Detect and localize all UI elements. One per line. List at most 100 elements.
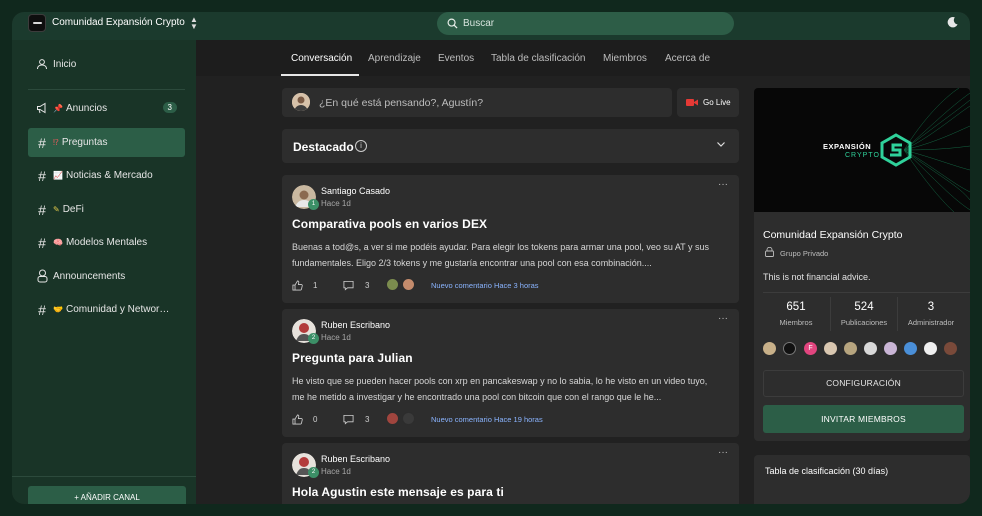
comment-icon[interactable] <box>343 280 354 291</box>
search-input[interactable] <box>463 12 723 35</box>
sidebar-item-label: Inicio <box>53 59 77 70</box>
top-bar: Comunidad Expansión Crypto ▲ ▼ <box>12 12 970 40</box>
member-avatar[interactable] <box>783 342 796 355</box>
community-card-name: Comunidad Expansión Crypto <box>763 229 903 241</box>
post-card[interactable]: 2 Ruben Escribano Hace 1d ··· Hola Agust… <box>282 443 739 504</box>
post-card[interactable]: 1 Santiago Casado Hace 1d ··· Comparativ… <box>282 175 739 303</box>
sidebar-item-modelos[interactable]: # 🧠 Modelos Mentales <box>28 228 185 257</box>
post-time: Hace 1d <box>321 467 351 476</box>
member-avatar[interactable] <box>924 342 937 355</box>
robot-icon <box>35 269 49 285</box>
thumbs-up-icon[interactable] <box>292 414 303 425</box>
search-bar[interactable] <box>437 12 734 35</box>
community-banner: EXPANSIÓN CRYPTO <box>754 88 970 212</box>
new-comment-link[interactable]: Nuevo comentario Hace 3 horas <box>431 281 539 290</box>
level-badge: 1 <box>308 199 319 210</box>
post-author[interactable]: Ruben Escribano <box>321 320 390 330</box>
post-author[interactable]: Ruben Escribano <box>321 454 390 464</box>
member-avatar[interactable] <box>763 342 776 355</box>
sidebar-item-comunidad[interactable]: # 🤝 Comunidad y Networ… <box>28 295 185 324</box>
stats-divider <box>763 292 970 293</box>
community-logo[interactable] <box>28 14 46 32</box>
sidebar: Inicio 📌 Anuncios 3 # ⁉ Preguntas # 📈 No… <box>12 40 196 504</box>
sidebar-item-label: Preguntas <box>61 137 108 148</box>
sidebar-item-defi[interactable]: # ✎ DeFi <box>28 195 185 224</box>
lock-icon <box>765 247 774 257</box>
member-avatar[interactable] <box>864 342 877 355</box>
invite-members-button[interactable]: INVITAR MIEMBROS <box>763 405 964 433</box>
post-composer[interactable]: ¿En qué está pensando?, Agustín? <box>282 88 672 117</box>
level-badge: 2 <box>308 467 319 478</box>
leaderboard-title: Tabla de clasificación (30 días) <box>765 466 889 476</box>
commenter-avatar[interactable] <box>386 412 399 425</box>
comment-count: 3 <box>365 415 370 424</box>
post-title[interactable]: Comparativa pools en varios DEX <box>292 217 487 231</box>
go-live-button[interactable]: Go Live <box>677 88 739 117</box>
sidebar-item-inicio[interactable]: Inicio <box>28 50 185 79</box>
post-card[interactable]: 2 Ruben Escribano Hace 1d ··· Pregunta p… <box>282 309 739 437</box>
community-description: This is not financial advice. <box>763 272 871 282</box>
tab-miembros[interactable]: Miembros <box>603 53 647 64</box>
add-channel-button[interactable]: + AÑADIR CANAL <box>28 486 186 504</box>
comment-icon[interactable] <box>343 414 354 425</box>
stat-posts[interactable]: 524 Publicaciones <box>829 301 899 327</box>
more-options-icon[interactable]: ··· <box>718 313 728 324</box>
like-count: 0 <box>313 415 318 424</box>
member-avatar[interactable] <box>884 342 897 355</box>
stat-members[interactable]: 651 Miembros <box>761 301 831 327</box>
chevron-down-icon[interactable] <box>716 139 726 149</box>
member-avatar[interactable] <box>944 342 957 355</box>
info-icon[interactable]: i <box>355 140 367 152</box>
stat-value: 651 <box>786 301 806 313</box>
member-avatar[interactable] <box>844 342 857 355</box>
more-options-icon[interactable]: ··· <box>718 179 728 190</box>
megaphone-icon <box>35 102 49 116</box>
commenter-avatar[interactable] <box>402 412 415 425</box>
tab-eventos[interactable]: Eventos <box>438 53 474 64</box>
post-title[interactable]: Pregunta para Julian <box>292 351 413 365</box>
sidebar-item-anuncios[interactable]: 📌 Anuncios 3 <box>28 94 185 123</box>
level-badge: 2 <box>308 333 319 344</box>
stat-value: 3 <box>927 301 935 313</box>
member-avatar[interactable]: F <box>804 342 817 355</box>
hash-icon: # <box>38 301 46 318</box>
sidebar-item-announcements[interactable]: Announcements <box>28 262 185 291</box>
commenter-avatar[interactable] <box>402 278 415 291</box>
community-name[interactable]: Comunidad Expansión Crypto <box>52 17 185 28</box>
sidebar-item-noticias[interactable]: # 📈 Noticias & Mercado <box>28 161 185 190</box>
member-avatar[interactable] <box>904 342 917 355</box>
tab-acerca[interactable]: Acerca de <box>665 53 710 64</box>
active-tab-indicator <box>281 74 359 76</box>
post-body: He visto que se pueden hacer pools con x… <box>292 376 708 402</box>
tab-conversacion[interactable]: Conversación <box>291 53 352 64</box>
stat-label: Miembros <box>779 318 813 327</box>
new-comment-link[interactable]: Nuevo comentario Hace 19 horas <box>431 415 543 424</box>
post-time: Hace 1d <box>321 199 351 208</box>
chevron-updown-icon[interactable]: ▲ ▼ <box>189 16 199 31</box>
composer-placeholder: ¿En qué está pensando?, Agustín? <box>319 97 484 109</box>
expansion-logo-icon <box>880 133 912 167</box>
hash-icon: # <box>38 201 46 218</box>
video-camera-icon <box>686 99 698 106</box>
settings-button[interactable]: CONFIGURACIÓN <box>763 370 964 397</box>
tab-aprendizaje[interactable]: Aprendizaje <box>368 53 421 64</box>
sidebar-item-label: Modelos Mentales <box>65 237 148 248</box>
chart-emoji-icon: 📈 <box>53 171 63 180</box>
post-title[interactable]: Hola Agustin este mensaje es para ti <box>292 485 504 499</box>
post-time: Hace 1d <box>321 333 351 342</box>
sidebar-item-preguntas[interactable]: # ⁉ Preguntas <box>28 128 185 157</box>
sidebar-item-label: Announcements <box>53 271 126 282</box>
stat-admins[interactable]: 3 Administrador <box>896 301 966 327</box>
thumbs-up-icon[interactable] <box>292 280 303 291</box>
moon-icon[interactable] <box>946 16 959 29</box>
member-avatar[interactable] <box>824 342 837 355</box>
person-icon <box>35 58 49 72</box>
tab-clasificacion[interactable]: Tabla de clasificación <box>491 53 586 64</box>
like-count: 1 <box>313 281 318 290</box>
more-options-icon[interactable]: ··· <box>718 447 728 458</box>
app-window: Comunidad Expansión Crypto ▲▼ Inicio 📌 A… <box>12 12 970 504</box>
featured-section[interactable]: Destacado i <box>282 129 739 163</box>
commenter-avatar[interactable] <box>386 278 399 291</box>
post-author[interactable]: Santiago Casado <box>321 186 390 196</box>
unread-badge: 3 <box>162 102 177 113</box>
